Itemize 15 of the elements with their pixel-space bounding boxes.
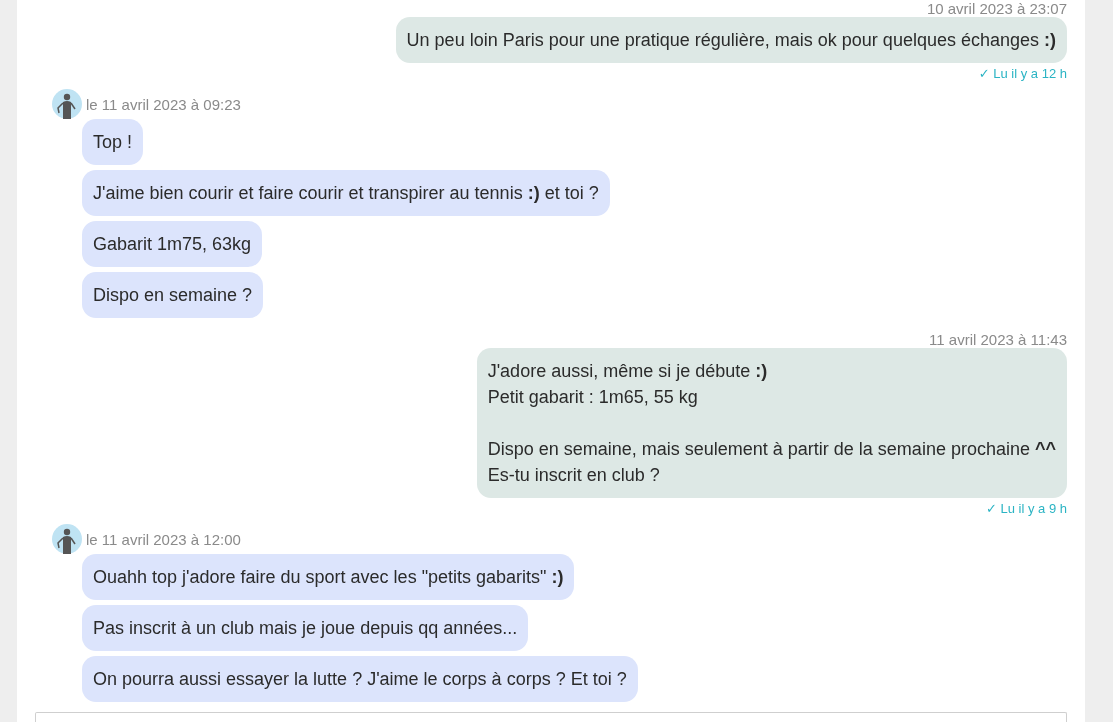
read-receipt: ✓ Lu il y a 9 h — [986, 500, 1067, 516]
read-receipt: ✓ Lu il y a 12 h — [978, 65, 1067, 81]
message-bubble: Dispo en semaine ? — [82, 272, 264, 318]
message-bubble: J'aime bien courir et faire courir et transpirer au tennis :) et toi ? — [82, 170, 610, 216]
message-time: 11 avril 2023 à 11:43 — [929, 331, 1067, 348]
message-time: le 11 avril 2023 à 09:23 — [86, 95, 241, 113]
message-time: 10 avril 2023 à 23:07 — [926, 0, 1067, 17]
message-bubble: Pas inscrit à un club mais je joue depuis qq années... — [82, 605, 529, 651]
message-bubble: On pourra aussi essayer la lutte ? J'aime le corps à corps ? Et toi ? — [82, 656, 638, 702]
message-time: le 11 avril 2023 à 12:00 — [86, 530, 241, 548]
message-bubble: Ouahh top j'adore faire du sport avec les "petits gabarits" :) — [82, 554, 575, 600]
message-bubble: Un peu loin Paris pour une pratique régulière, mais ok pour quelques échanges :) — [395, 17, 1067, 63]
message-bubble: Gabarit 1m75, 63kg — [82, 221, 263, 267]
message-bubble: Top ! — [82, 119, 144, 165]
message-bubble: J'adore aussi, même si je débute :) Petit gabarit : 1m65, 55 kg Dispo en semaine, mais seulement à partir de la semaine prochaine ^^ Es-tu inscrit en club ? — [476, 348, 1067, 498]
